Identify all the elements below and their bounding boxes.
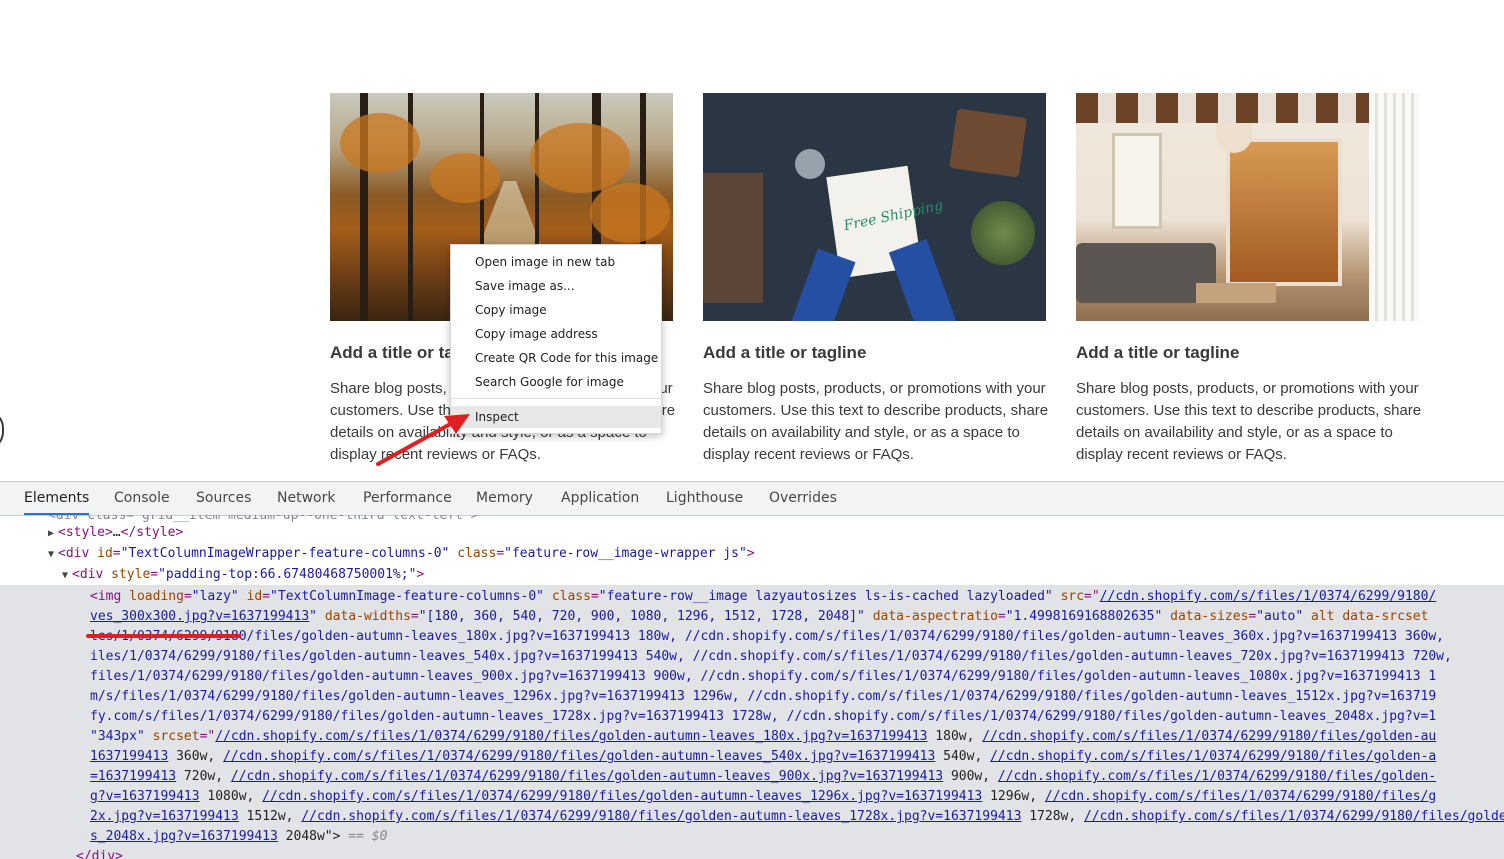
- storefront-page: Add a title or ta Share blog posts, prod…: [0, 0, 1504, 481]
- src-link[interactable]: //cdn.shopify.com/s/files/1/0374/6299/91…: [1100, 589, 1437, 604]
- srcset-link[interactable]: //cdn.shopify.com/s/files/1/0374/6299/91…: [301, 809, 1021, 824]
- srcset-link[interactable]: //cdn.shopify.com/s/files/1/0374/6299/91…: [990, 749, 1436, 764]
- card-text: Share blog posts, products, or promotion…: [1076, 380, 1422, 463]
- dom-line-srcset-3: files/1/0374/6299/9180/files/golden-autu…: [90, 669, 1437, 684]
- menu-save-image-as[interactable]: Save image as...: [451, 275, 661, 297]
- collapse-triangle-icon[interactable]: ▼: [48, 545, 58, 564]
- dom-line-padding-div[interactable]: ▼ <div style="padding-top:66.674804687500…: [62, 565, 1504, 585]
- desk-notebook-image[interactable]: Free Shipping: [703, 93, 1046, 321]
- tab-application[interactable]: Application: [561, 482, 639, 515]
- dom-line-srcset-end[interactable]: s_2048x.jpg?v=1637199413 2048w"> == $0: [90, 827, 1504, 847]
- devtools-tabbar: Elements Console Sources Network Perform…: [0, 481, 1504, 516]
- srcset-link[interactable]: 1637199413: [90, 749, 168, 764]
- tab-elements[interactable]: Elements: [24, 482, 90, 515]
- annotation-underline: [86, 634, 241, 638]
- card-title: Add a title or tagline: [1076, 343, 1240, 362]
- menu-separator: [451, 398, 661, 399]
- card-title: Add a title or tagline: [703, 343, 867, 362]
- tab-memory[interactable]: Memory: [476, 482, 533, 515]
- dom-line-srcset-1: les/1/0374/6299/9180/files/golden-autumn…: [90, 629, 1445, 644]
- menu-open-image-new-tab[interactable]: Open image in new tab: [451, 251, 661, 273]
- card-title: Add a title or ta: [330, 343, 454, 362]
- dom-line-srcset-5: fy.com/s/files/1/0374/6299/9180/files/go…: [90, 709, 1437, 724]
- partial-circle-icon: [0, 410, 4, 450]
- image-context-menu: Open image in new tab Save image as... C…: [450, 244, 662, 434]
- srcset-link[interactable]: =1637199413: [90, 769, 176, 784]
- src-link[interactable]: ves_300x300.jpg?v=1637199413: [90, 609, 309, 624]
- menu-copy-image[interactable]: Copy image: [451, 299, 661, 321]
- tab-overrides[interactable]: Overrides: [769, 482, 837, 515]
- dom-line-image-wrapper[interactable]: ▼ <div id="TextColumnImageWrapper-feature…: [48, 544, 1504, 564]
- srcset-link[interactable]: //cdn.shopify.com/s/files/1/0374/6299/91…: [262, 789, 982, 804]
- srcset-link[interactable]: //cdn.shopify.com/s/files/1/0374/6299/91…: [231, 769, 943, 784]
- dom-line-srcset-attr[interactable]: "343px" srcset="//cdn.shopify.com/s/file…: [90, 727, 1504, 747]
- dom-line-srcset-links-4[interactable]: 2x.jpg?v=1637199413 1512w, //cdn.shopify…: [90, 807, 1504, 827]
- expand-triangle-icon[interactable]: ▶: [48, 524, 58, 543]
- dom-line-close-div[interactable]: </div>: [76, 847, 1504, 859]
- dom-line-srcset-links-1[interactable]: 1637199413 360w, //cdn.shopify.com/s/fil…: [90, 747, 1504, 767]
- dom-line-srcset-links-2[interactable]: =1637199413 720w, //cdn.shopify.com/s/fi…: [90, 767, 1504, 787]
- living-room-image[interactable]: [1076, 93, 1419, 321]
- dom-line-srcset-links-3[interactable]: g?v=1637199413 1080w, //cdn.shopify.com/…: [90, 787, 1504, 807]
- srcset-link[interactable]: //cdn.shopify.com/s/files/1/0374/6299/91…: [1045, 789, 1436, 804]
- srcset-link[interactable]: //cdn.shopify.com/s/files/1/0374/6299/91…: [998, 769, 1436, 784]
- card-text: Share blog posts, products, or promotion…: [703, 380, 1049, 463]
- feature-card-3: Add a title or tagline Share blog posts,…: [1076, 93, 1421, 463]
- feature-card-2: Free Shipping Add a title or tagline Sha…: [703, 93, 1048, 463]
- tab-network[interactable]: Network: [277, 482, 335, 515]
- menu-inspect[interactable]: Inspect: [451, 406, 661, 428]
- devtools-panel: Elements Console Sources Network Perform…: [0, 481, 1504, 859]
- srcset-link[interactable]: g?v=1637199413: [90, 789, 200, 804]
- dom-line-img-selected[interactable]: <img loading="lazy" id="TextColumnImage-…: [90, 587, 1504, 607]
- dom-line-style[interactable]: ▶ <style>…</style>: [48, 523, 1504, 543]
- menu-search-google-image[interactable]: Search Google for image: [451, 371, 661, 393]
- tab-sources[interactable]: Sources: [196, 482, 251, 515]
- srcset-link[interactable]: s_2048x.jpg?v=1637199413: [90, 829, 278, 844]
- srcset-link[interactable]: 2x.jpg?v=1637199413: [90, 809, 239, 824]
- dom-line-srcset-4: m/s/files/1/0374/6299/9180/files/golden-…: [90, 689, 1437, 704]
- tab-console[interactable]: Console: [114, 482, 170, 515]
- srcset-link[interactable]: //cdn.shopify.com/s/files/1/0374/6299/91…: [982, 729, 1436, 744]
- tab-lighthouse[interactable]: Lighthouse: [666, 482, 743, 515]
- dom-line-srcset-2: iles/1/0374/6299/9180/files/golden-autum…: [90, 649, 1452, 664]
- menu-copy-image-address[interactable]: Copy image address: [451, 323, 661, 345]
- tab-performance[interactable]: Performance: [363, 482, 452, 515]
- menu-create-qr-code[interactable]: Create QR Code for this image: [451, 347, 661, 369]
- srcset-link[interactable]: //cdn.shopify.com/s/files/1/0374/6299/91…: [223, 749, 935, 764]
- annotation-arrow-icon: [376, 414, 470, 466]
- srcset-link[interactable]: //cdn.shopify.com/s/files/1/0374/6299/91…: [1084, 809, 1504, 824]
- srcset-link[interactable]: //cdn.shopify.com/s/files/1/0374/6299/91…: [215, 729, 927, 744]
- dom-line-attrs[interactable]: ves_300x300.jpg?v=1637199413" data-width…: [90, 607, 1504, 627]
- collapse-triangle-icon[interactable]: ▼: [62, 566, 72, 585]
- elements-dom-tree: <div class="grid__item medium-up--one-th…: [0, 515, 1504, 859]
